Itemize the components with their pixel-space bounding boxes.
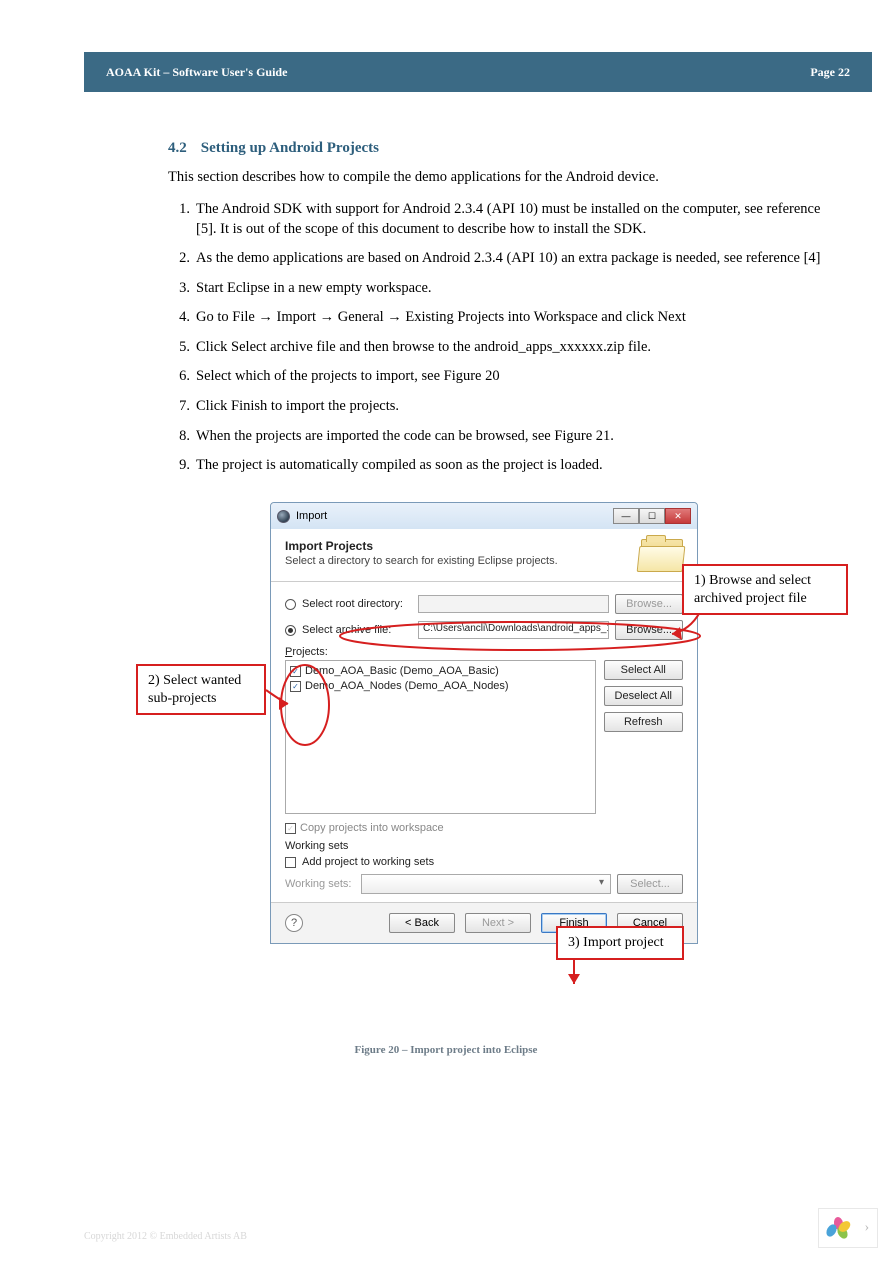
section-heading: 4.2 Setting up Android Projects xyxy=(168,140,832,157)
import-dialog: Import — ☐ ✕ Import Projects Select a di… xyxy=(270,502,698,944)
refresh-button[interactable]: Refresh xyxy=(604,712,683,732)
doc-title: AOAA Kit – Software User's Guide xyxy=(106,65,287,80)
project-row[interactable]: ✓ Demo_AOA_Nodes (Demo_AOA_Nodes) xyxy=(290,680,591,692)
maximize-button[interactable]: ☐ xyxy=(639,508,665,524)
list-item: 4.Go to File → Import → General → Existi… xyxy=(168,308,832,328)
folder-icon xyxy=(641,539,683,571)
working-sets-combo[interactable] xyxy=(361,874,611,894)
working-sets-label: Working sets: xyxy=(285,878,355,890)
logo-icon xyxy=(827,1217,849,1239)
back-button[interactable]: < Back xyxy=(389,913,455,933)
dialog-heading: Import Projects xyxy=(285,539,558,553)
deselect-all-button[interactable]: Deselect All xyxy=(604,686,683,706)
list-item: 1.The Android SDK with support for Andro… xyxy=(168,200,832,239)
projects-listbox[interactable]: ✓ Demo_AOA_Basic (Demo_AOA_Basic) ✓ Demo… xyxy=(285,660,596,814)
help-button[interactable]: ? xyxy=(285,914,303,932)
section-intro: This section describes how to compile th… xyxy=(168,169,832,186)
list-item: 6.Select which of the projects to import… xyxy=(168,367,832,387)
project-checkbox[interactable]: ✓ xyxy=(290,666,301,677)
browse-archive-button[interactable]: Browse... xyxy=(615,620,683,640)
corner-widget[interactable]: › xyxy=(818,1208,878,1248)
window-titlebar[interactable]: Import — ☐ ✕ xyxy=(271,503,697,529)
section-number: 4.2 xyxy=(168,140,187,156)
list-item: 3.Start Eclipse in a new empty workspace… xyxy=(168,279,832,299)
copy-workspace-label: Copy projects into workspace xyxy=(300,822,444,834)
project-row[interactable]: ✓ Demo_AOA_Basic (Demo_AOA_Basic) xyxy=(290,665,591,677)
root-dir-label: Select root directory: xyxy=(302,598,412,610)
browse-root-button[interactable]: Browse... xyxy=(615,594,683,614)
list-item: 2.As the demo applications are based on … xyxy=(168,249,832,269)
list-item: 5.Click Select archive file and then bro… xyxy=(168,338,832,358)
copy-workspace-checkbox[interactable]: ✓ xyxy=(285,823,296,834)
list-item: 8.When the projects are imported the cod… xyxy=(168,427,832,447)
add-working-set-label: Add project to working sets xyxy=(302,856,434,868)
project-name: Demo_AOA_Basic (Demo_AOA_Basic) xyxy=(305,665,499,677)
list-item: 7.Click Finish to import the projects. xyxy=(168,397,832,417)
dialog-header: Import Projects Select a directory to se… xyxy=(271,529,697,582)
select-working-set-button[interactable]: Select... xyxy=(617,874,683,894)
callout-select-projects: 2) Select wanted sub-projects xyxy=(136,664,266,715)
project-checkbox[interactable]: ✓ xyxy=(290,681,301,692)
callout-browse: 1) Browse and select archived project fi… xyxy=(682,564,848,615)
dialog-subheading: Select a directory to search for existin… xyxy=(285,555,558,567)
add-working-set-checkbox[interactable] xyxy=(285,857,296,868)
root-dir-radio[interactable] xyxy=(285,599,296,610)
select-all-button[interactable]: Select All xyxy=(604,660,683,680)
figure-caption: Figure 20 – Import project into Eclipse xyxy=(0,1044,892,1056)
list-item: 9.The project is automatically compiled … xyxy=(168,456,832,476)
close-button[interactable]: ✕ xyxy=(665,508,691,524)
projects-label: Projects: xyxy=(285,646,683,658)
chevron-right-icon: › xyxy=(864,1220,869,1236)
page-number: Page 22 xyxy=(810,65,850,80)
page-header: AOAA Kit – Software User's Guide Page 22 xyxy=(84,52,872,92)
section-title: Setting up Android Projects xyxy=(201,140,379,156)
copyright: Copyright 2012 © Embedded Artists AB xyxy=(84,1231,247,1242)
callout-import: 3) Import project xyxy=(556,926,684,960)
minimize-button[interactable]: — xyxy=(613,508,639,524)
archive-radio[interactable] xyxy=(285,625,296,636)
archive-label: Select archive file: xyxy=(302,624,412,636)
working-sets-title: Working sets xyxy=(285,840,683,852)
project-name: Demo_AOA_Nodes (Demo_AOA_Nodes) xyxy=(305,680,509,692)
window-title: Import xyxy=(296,510,327,522)
page-content: 4.2 Setting up Android Projects This sect… xyxy=(168,140,832,486)
archive-path-input[interactable]: C:\Users\ancli\Downloads\android_apps_12… xyxy=(418,621,609,639)
eclipse-icon xyxy=(277,510,290,523)
next-button[interactable]: Next > xyxy=(465,913,531,933)
step-list: 1.The Android SDK with support for Andro… xyxy=(168,200,832,476)
root-dir-input[interactable] xyxy=(418,595,609,613)
